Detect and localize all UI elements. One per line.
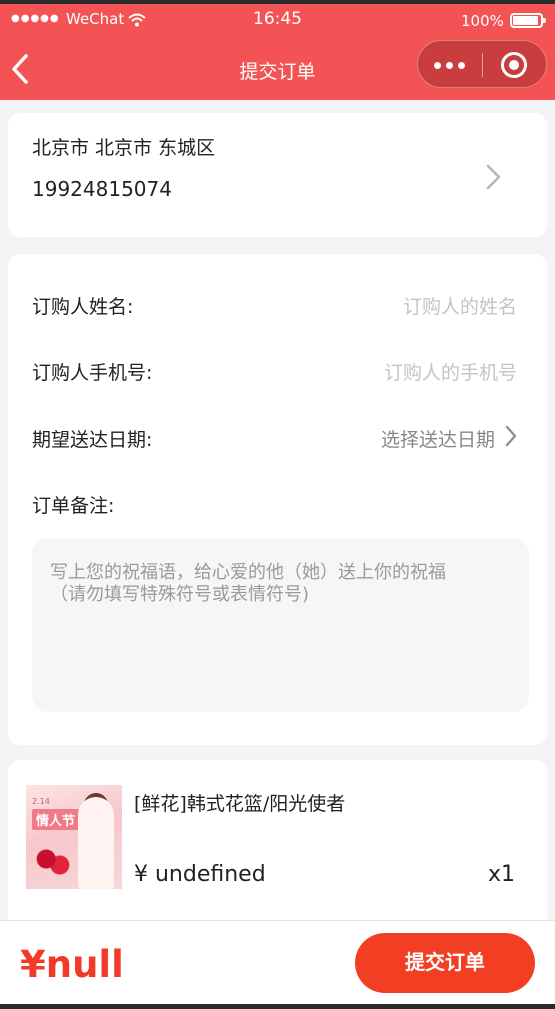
product-name: [鲜花]韩式花篮/阳光使者 bbox=[134, 793, 346, 815]
submit-order-button[interactable]: 提交订单 bbox=[355, 933, 535, 993]
buyer-name-input[interactable]: 订购人的姓名 bbox=[403, 292, 517, 319]
product-image: 2.14 情人节 bbox=[26, 785, 122, 889]
order-form-card: 订购人姓名: 订购人的姓名 订购人手机号: 订购人的手机号 期望送达日期: 选择… bbox=[8, 254, 547, 745]
address-card[interactable]: 北京市 北京市 东城区 19924815074 bbox=[8, 113, 547, 237]
chevron-right-icon bbox=[486, 164, 501, 190]
buyer-phone-label: 订购人手机号: bbox=[32, 362, 153, 384]
buyer-phone-input[interactable]: 订购人的手机号 bbox=[384, 358, 517, 385]
product-price: ¥ undefined bbox=[134, 862, 266, 887]
delivery-date-picker[interactable]: 选择送达日期 bbox=[381, 425, 495, 452]
close-target-icon[interactable] bbox=[501, 52, 527, 78]
product-card: 2.14 情人节 [鲜花]韩式花篮/阳光使者 ¥ undefined x1 bbox=[8, 760, 547, 930]
address-phone: 19924815074 bbox=[32, 177, 172, 201]
flower-bouquet bbox=[36, 847, 70, 877]
buyer-name-label: 订购人姓名: bbox=[32, 296, 134, 318]
chevron-right-icon[interactable] bbox=[504, 424, 518, 448]
total-price: ¥null bbox=[20, 943, 124, 986]
capsule-divider bbox=[482, 53, 483, 77]
battery-icon bbox=[510, 13, 546, 28]
product-image-caption: 情人节 bbox=[32, 809, 80, 830]
checkout-bar: ¥null 提交订单 bbox=[0, 920, 555, 1004]
address-region: 北京市 北京市 东城区 bbox=[32, 137, 216, 159]
order-remark-textarea[interactable]: 写上您的祝福语，给心爱的他（她）送上你的祝福 （请勿填写特殊符号或表情符号) bbox=[32, 538, 529, 712]
battery-percent: 100% bbox=[461, 12, 504, 30]
screen-bottom-edge bbox=[0, 1004, 555, 1009]
status-bar: ●●●●● WeChat 16:45 100% bbox=[0, 4, 555, 38]
order-remark-label: 订单备注: bbox=[32, 495, 115, 517]
more-dots-icon[interactable] bbox=[418, 41, 482, 89]
nav-header: ●●●●● WeChat 16:45 100% 提交订单 bbox=[0, 4, 555, 100]
product-image-subcaption: 2.14 bbox=[32, 797, 50, 806]
mini-program-capsule bbox=[417, 40, 547, 88]
delivery-date-label: 期望送达日期: bbox=[32, 429, 153, 451]
product-quantity: x1 bbox=[487, 862, 515, 887]
